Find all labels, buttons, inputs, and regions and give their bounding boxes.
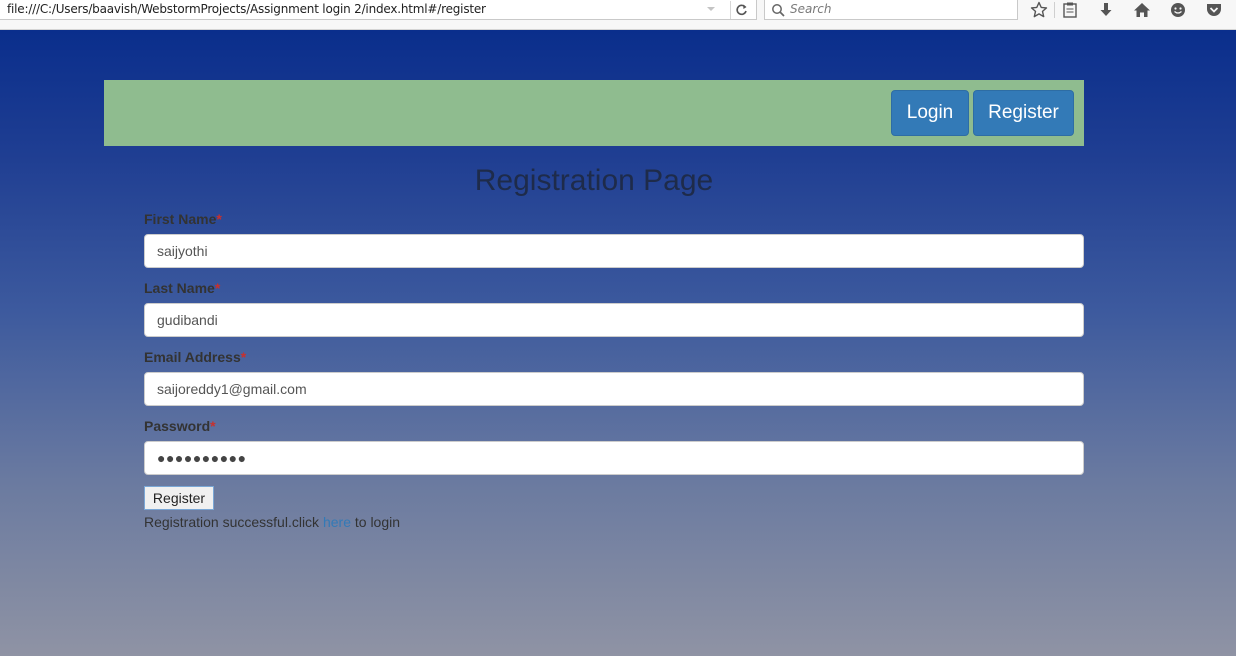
page-title: Registration Page <box>474 164 714 197</box>
search-icon <box>772 4 785 17</box>
home-icon[interactable] <box>1131 0 1153 20</box>
toolbar-separator <box>1054 2 1055 18</box>
url-text[interactable]: file:///C:/Users/baavish/WebstormProject… <box>7 2 486 16</box>
reload-button[interactable] <box>730 1 752 19</box>
download-icon[interactable] <box>1095 0 1117 20</box>
last-name-label: Last Name* <box>144 280 221 296</box>
smiley-icon[interactable] <box>1167 0 1189 20</box>
first-name-field[interactable]: saijyothi <box>144 234 1084 268</box>
login-nav-button[interactable]: Login <box>891 90 969 136</box>
required-mark: * <box>210 418 216 434</box>
status-text-before: Registration successful.click <box>144 514 320 530</box>
url-dropdown-icon[interactable] <box>705 3 717 15</box>
required-mark: * <box>214 280 221 296</box>
browser-toolbar: file:///C:/Users/baavish/WebstormProject… <box>0 0 1236 30</box>
status-message: Registration successful.click here to lo… <box>144 514 400 530</box>
required-mark: * <box>216 211 222 227</box>
last-name-field[interactable]: gudibandi <box>144 303 1084 337</box>
password-field[interactable]: ●●●●●●●●●● <box>144 441 1084 475</box>
page-background: Login Register Registration Page First N… <box>0 30 1236 656</box>
pocket-icon[interactable] <box>1203 0 1225 20</box>
status-text-after: to login <box>354 514 401 530</box>
password-label: Password* <box>144 418 216 434</box>
top-navbar: Login Register <box>104 80 1084 146</box>
bookmark-star-icon[interactable] <box>1028 0 1050 20</box>
reading-list-icon[interactable] <box>1059 0 1081 20</box>
register-submit-button[interactable]: Register <box>144 486 214 510</box>
required-mark: * <box>240 349 247 365</box>
search-bar[interactable]: Search <box>764 0 1018 20</box>
register-nav-button[interactable]: Register <box>973 90 1074 136</box>
first-name-label: First Name* <box>144 211 222 227</box>
email-field[interactable]: saijoreddy1@gmail.com <box>144 372 1084 406</box>
address-bar[interactable]: file:///C:/Users/baavish/WebstormProject… <box>0 0 757 20</box>
reload-icon <box>736 4 747 16</box>
login-here-link[interactable]: here <box>323 514 351 530</box>
password-mask: ●●●●●●●●●● <box>157 450 247 466</box>
email-label: Email Address* <box>144 349 247 365</box>
search-input[interactable]: Search <box>790 2 832 16</box>
